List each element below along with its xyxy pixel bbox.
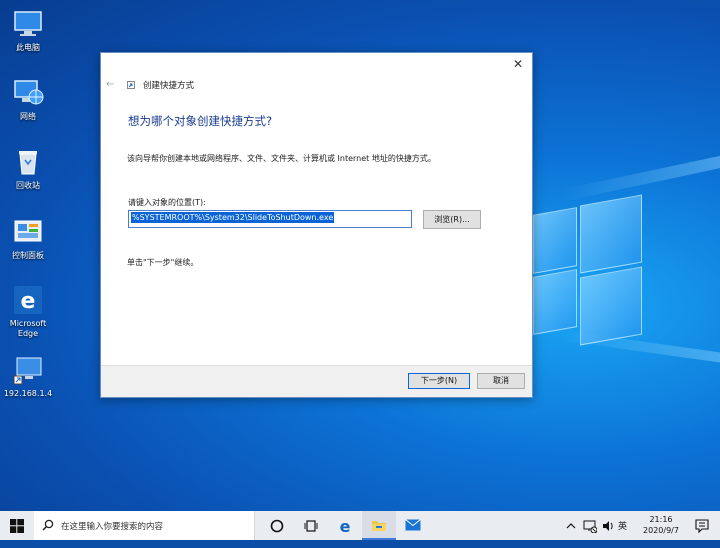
location-input[interactable]: %SYSTEMROOT%\System32\SlideToShutDown.ex…: [128, 210, 412, 228]
desktop-icon-label: 网络: [20, 112, 36, 121]
dialog-heading: 想为哪个对象创建快捷方式?: [128, 114, 273, 128]
desktop-icon-label: 192.168.1.4: [3, 389, 53, 398]
location-label: 请键入对象的位置(T):: [128, 198, 206, 207]
search-icon: [42, 519, 54, 531]
edge-icon: e: [340, 518, 351, 534]
start-button[interactable]: [0, 511, 34, 540]
folder-icon: [372, 521, 386, 531]
chevron-up-icon[interactable]: [566, 521, 576, 531]
desktop-icon-remote[interactable]: 192.168.1.4: [2, 354, 54, 399]
desktop-icon-label: 控制面板: [12, 251, 44, 260]
computer-icon: [12, 8, 44, 40]
taskbar-clock[interactable]: 21:16 2020/9/7: [634, 514, 688, 536]
close-button[interactable]: ✕: [510, 56, 526, 72]
taskbar: 在这里输入你要搜索的内容 e 英 21:16 2020/9/7: [0, 511, 720, 540]
edge-icon: e: [12, 284, 44, 316]
svg-text:e: e: [340, 518, 351, 534]
desktop-icon-this-pc[interactable]: 此电脑: [2, 8, 54, 53]
taskbar-search-input[interactable]: 在这里输入你要搜索的内容: [34, 511, 255, 540]
task-view-icon: [304, 520, 318, 532]
mail-icon: [405, 519, 421, 531]
ime-indicator[interactable]: 英: [618, 519, 627, 548]
desktop-icon-edge[interactable]: e Microsoft Edge: [2, 284, 54, 339]
taskbar-mail[interactable]: [396, 511, 430, 540]
dialog-description: 该向导帮你创建本地或网络程序、文件、文件夹、计算机或 Internet 地址的快…: [127, 154, 436, 163]
task-view-button[interactable]: [294, 511, 328, 540]
clock-date: 2020/9/7: [643, 526, 679, 535]
network-icon: [12, 77, 44, 109]
search-placeholder: 在这里输入你要搜索的内容: [61, 522, 164, 532]
clock-time: 21:16: [649, 515, 673, 524]
volume-icon[interactable]: [601, 519, 615, 533]
remote-desktop-icon: [12, 354, 44, 386]
cancel-button[interactable]: 取消: [477, 373, 525, 389]
wallpaper-logo-pane: [580, 194, 642, 274]
wallpaper-logo-pane: [533, 207, 577, 274]
desktop-icon-recycle-bin[interactable]: 回收站: [2, 146, 54, 191]
desktop-icon-label: 此电脑: [16, 43, 40, 52]
next-button[interactable]: 下一步(N): [408, 373, 470, 389]
desktop: 此电脑 网络 回收站 控制面板 e Microsoft Edge 192.168…: [0, 0, 720, 511]
taskbar-file-explorer[interactable]: [362, 511, 396, 540]
windows-logo-icon: [10, 519, 24, 533]
desktop-icon-label: Microsoft Edge: [9, 319, 47, 338]
wallpaper-logo-pane: [533, 269, 577, 335]
cortana-button[interactable]: [260, 511, 294, 540]
dialog-footer: 下一步(N) 取消: [101, 365, 532, 397]
browse-button[interactable]: 浏览(R)...: [423, 210, 481, 229]
network-status-icon[interactable]: [583, 519, 597, 533]
wallpaper-logo-pane: [580, 266, 642, 346]
desktop-icon-control-panel[interactable]: 控制面板: [2, 216, 54, 261]
notification-icon[interactable]: [694, 518, 710, 534]
shortcut-icon: [127, 81, 135, 89]
dialog-title: 创建快捷方式: [143, 81, 195, 91]
desktop-icon-label: 回收站: [16, 181, 40, 190]
recycle-bin-icon: [12, 146, 44, 178]
location-input-value: %SYSTEMROOT%\System32\SlideToShutDown.ex…: [131, 212, 335, 223]
taskbar-edge[interactable]: e: [328, 511, 362, 540]
continue-hint: 单击"下一步"继续。: [127, 258, 199, 267]
svg-text:e: e: [21, 289, 36, 314]
desktop-icon-network[interactable]: 网络: [2, 77, 54, 122]
create-shortcut-dialog: ✕ ← 创建快捷方式 想为哪个对象创建快捷方式? 该向导帮你创建本地或网络程序、…: [100, 52, 533, 398]
control-panel-icon: [12, 216, 44, 248]
cortana-circle-icon: [270, 519, 284, 533]
back-button[interactable]: ←: [106, 79, 114, 90]
